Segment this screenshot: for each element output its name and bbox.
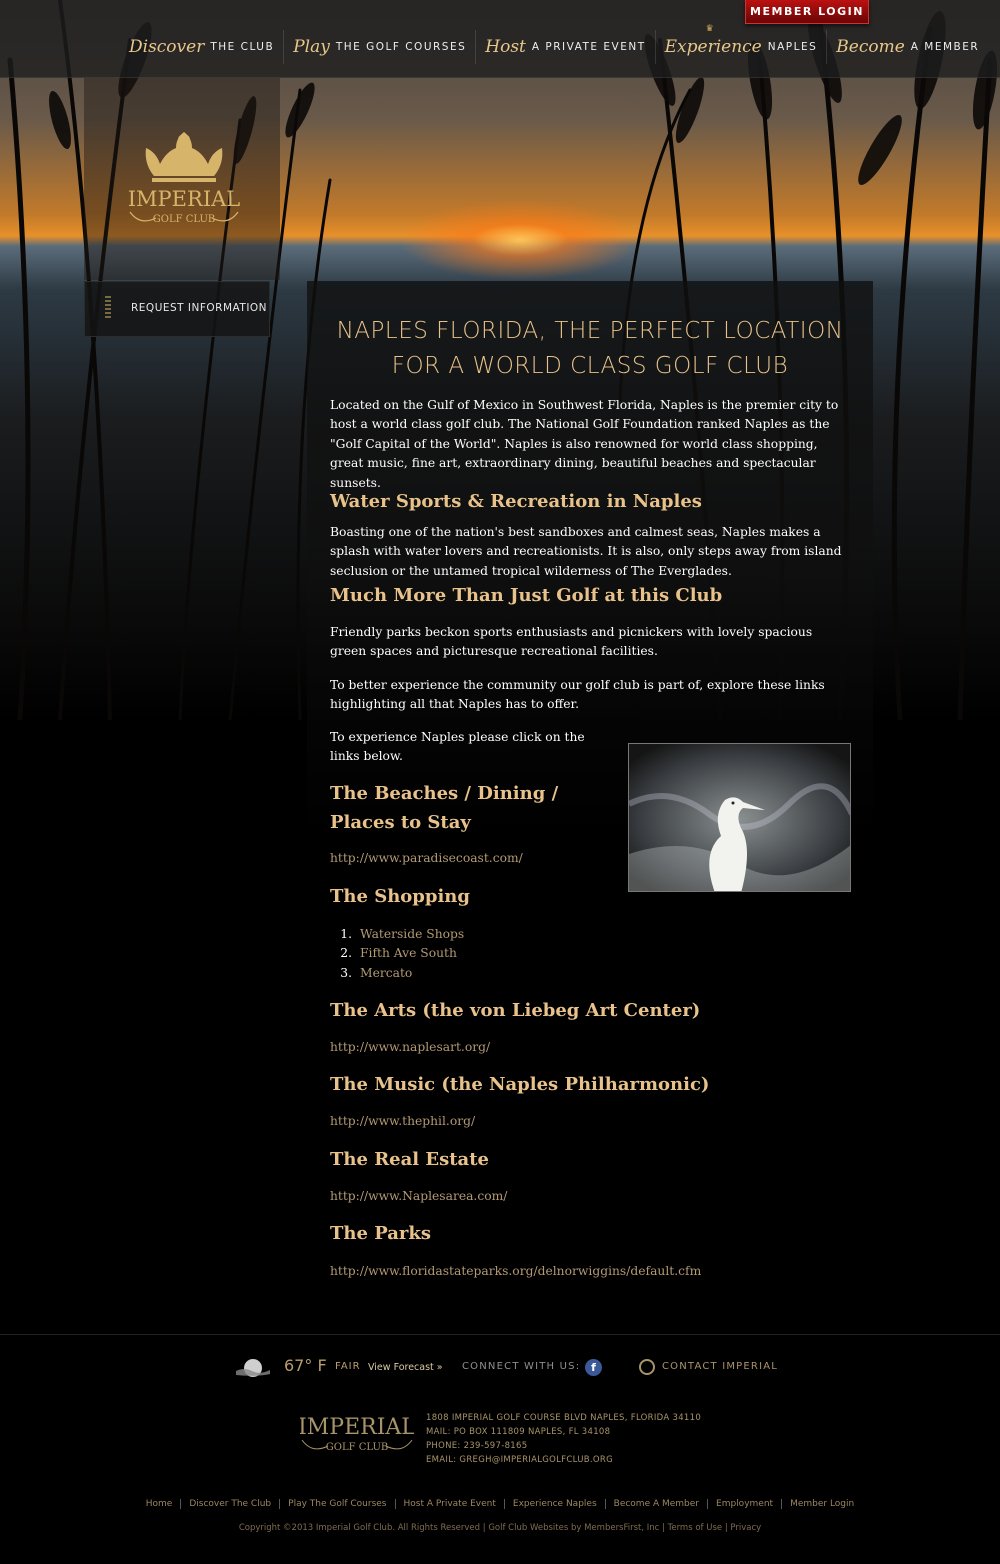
click-paragraph: To experience Naples please click on the… [330,730,585,764]
nav-experience-naples[interactable]: ♛ Experience NAPLES [656,24,828,64]
list-item[interactable]: 1. Waterside Shops [330,925,464,944]
nav-host-a-private-event[interactable]: Host A PRIVATE EVENT [476,30,656,64]
dots-icon [105,296,111,320]
shopping-list: 1. Waterside Shops 2. Fifth Ave South 3. Me… [330,925,464,983]
weather-temperature: 67° F [284,1356,327,1375]
nav-label: THE CLUB [210,41,275,53]
footer-link-play[interactable]: Play The Golf Courses [280,1499,396,1509]
parks-paragraph: Friendly parks beckon sports enthusiasts… [330,625,813,659]
crown-icon: ♛ [705,24,714,34]
nav-label: A MEMBER [910,41,980,53]
nav-script-text: Become [836,37,905,57]
request-information-button[interactable]: REQUEST INFORMATION [84,281,270,337]
heading-water-sports: Water Sports & Recreation in Naples [330,491,702,512]
page-title-line-1: NAPLES FLORIDA, THE PERFECT LOCATION [336,318,844,344]
svg-text:GOLF CLUB: GOLF CLUB [326,1442,388,1453]
footer-link-member-login[interactable]: Member Login [782,1499,862,1509]
nav-label: THE GOLF COURSES [335,41,467,53]
heading-music: The Music (the Naples Philharmonic) [330,1074,710,1095]
weather-condition: FAIR [335,1361,361,1372]
address-line[interactable]: EMAIL: GREGH@IMPERIALGOLFCLUB.ORG [426,1453,701,1467]
facebook-icon[interactable]: f [585,1359,602,1376]
nav-label: NAPLES [767,41,818,53]
weather-moon-icon [236,1359,270,1377]
footer-link-become[interactable]: Become A Member [605,1499,709,1509]
page-title-line-2: FOR A WORLD CLASS GOLF CLUB [391,353,789,379]
explore-paragraph: To better experience the community our g… [330,678,825,712]
request-information-label: REQUEST INFORMATION [131,302,268,314]
footer-logo[interactable]: IMPERIAL GOLF CLUB [300,1410,414,1456]
link-naplesart[interactable]: http://www.naplesart.org/ [330,1040,490,1054]
nav-script-text: Host [485,37,526,57]
footer-address: 1808 IMPERIAL GOLF COURSE BLVD NAPLES, F… [426,1411,701,1467]
nav-script-text: Discover [129,37,205,57]
footer-link-discover[interactable]: Discover The Club [181,1499,281,1509]
egret-photo [628,743,851,892]
link-floridastateparks[interactable]: http://www.floridastateparks.org/delnorw… [330,1264,701,1278]
nav-become-a-member[interactable]: Become A MEMBER [827,30,988,64]
view-forecast-link[interactable]: View Forecast » [368,1362,443,1373]
contact-imperial-link[interactable]: CONTACT IMPERIAL [662,1361,778,1372]
heading-real-estate: The Real Estate [330,1149,489,1170]
water-paragraph: Boasting one of the nation's best sandbo… [330,525,842,578]
shop-link[interactable]: Mercato [360,964,412,983]
svg-text:IMPERIAL: IMPERIAL [300,1415,414,1440]
intro-paragraph: Located on the Gulf of Mexico in Southwe… [330,398,839,490]
page-title: NAPLES FLORIDA, THE PERFECT LOCATION FOR… [330,314,850,384]
footer-link-host[interactable]: Host A Private Event [395,1499,505,1509]
nav-label: A PRIVATE EVENT [531,41,646,53]
address-line: PHONE: 239-597-8165 [426,1441,528,1451]
list-item[interactable]: 3. Mercato [330,964,464,983]
heading-much-more: Much More Than Just Golf at this Club [330,585,723,606]
nav-discover-the-club[interactable]: Discover THE CLUB [120,30,285,64]
svg-text:IMPERIAL: IMPERIAL [128,187,241,211]
link-paradisecoast[interactable]: http://www.paradisecoast.com/ [330,851,523,865]
nav-play-the-golf-courses[interactable]: Play THE GOLF COURSES [284,30,477,64]
address-line: MAIL: PO BOX 111809 NAPLES, FL 34108 [426,1427,611,1437]
heading-shopping: The Shopping [330,886,470,907]
nav-script-text: Experience [664,37,762,57]
footer-nav: Home Discover The Club Play The Golf Cours… [0,1499,1000,1509]
link-thephil[interactable]: http://www.thephil.org/ [330,1114,475,1128]
main-nav: Discover THE CLUB Play THE GOLF COURSES … [120,24,988,64]
list-item[interactable]: 2. Fifth Ave South [330,944,464,963]
footer-link-experience[interactable]: Experience Naples [504,1499,606,1509]
link-naplesarea[interactable]: http://www.Naplesarea.com/ [330,1189,507,1203]
footer-link-home[interactable]: Home [137,1499,182,1509]
shop-link[interactable]: Waterside Shops [360,925,464,944]
footer-link-employment[interactable]: Employment [708,1499,783,1509]
compass-icon [639,1359,655,1375]
footer-divider [0,1334,1000,1335]
nav-script-text: Play [293,37,330,57]
shop-link[interactable]: Fifth Ave South [360,944,457,963]
member-login-button[interactable]: MEMBER LOGIN [745,0,869,24]
address-line: 1808 IMPERIAL GOLF COURSE BLVD NAPLES, F… [426,1413,702,1423]
copyright: Copyright ©2013 Imperial Golf Club. All … [238,1523,762,1533]
heading-beaches: The Beaches / Dining / Places to Stay [330,783,559,833]
heading-parks: The Parks [330,1223,432,1244]
connect-with-us-label: CONNECT WITH US: [462,1361,581,1372]
heading-arts: The Arts (the von Liebeg Art Center) [330,1000,701,1021]
svg-text:GOLF CLUB: GOLF CLUB [153,214,215,225]
imperial-golf-club-logo[interactable]: IMPERIAL GOLF CLUB [126,130,242,230]
